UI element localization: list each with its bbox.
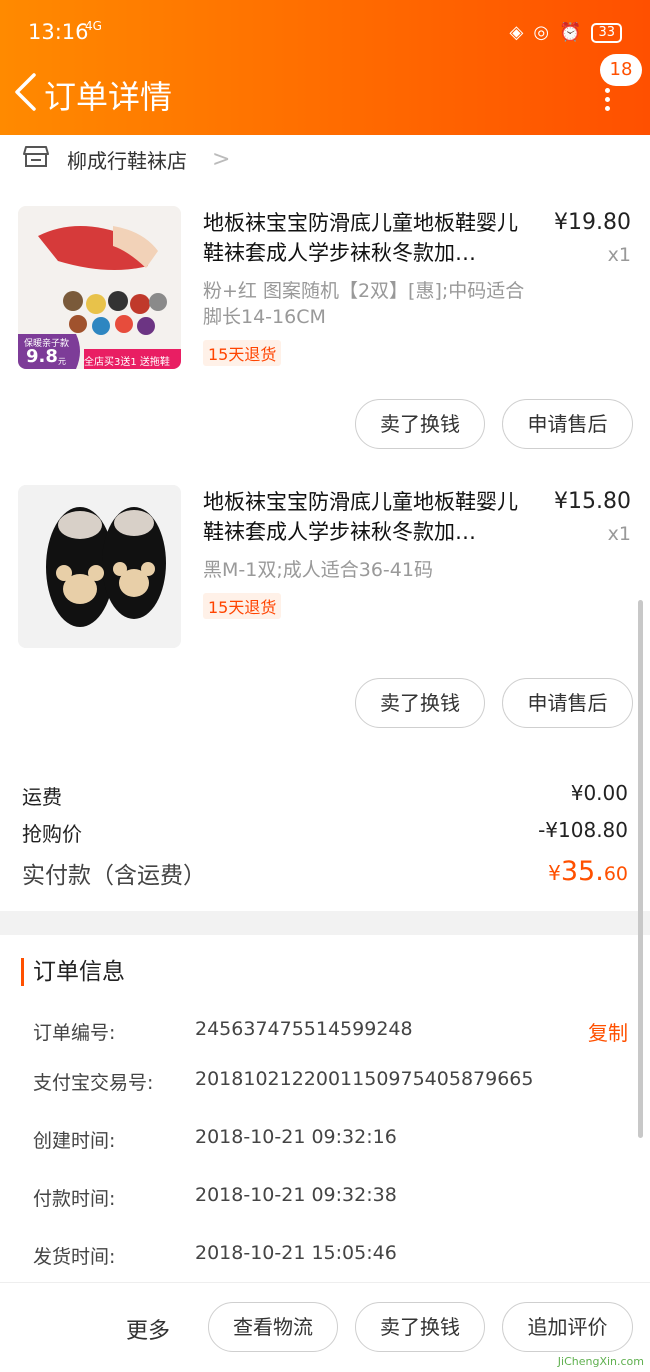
item-price: ¥19.80 [554, 210, 631, 235]
order-number-label: 订单编号: [33, 1022, 116, 1044]
scrollbar[interactable] [638, 600, 643, 1138]
status-time: 13:16 [28, 20, 89, 44]
status-icons: ◈ ◎ ⏰ 33 [509, 22, 622, 43]
resell-button[interactable]: 卖了换钱 [355, 678, 485, 728]
product-image[interactable] [18, 485, 181, 648]
page-title: 订单详情 [44, 78, 173, 116]
paid-row: 实付款（含运费） ¥35.60 [22, 856, 628, 890]
after-sale-button[interactable]: 申请售后 [502, 399, 633, 449]
paid-label: 实付款（含运费） [22, 863, 206, 889]
alipay-trade-label: 支付宝交易号: [33, 1072, 154, 1094]
item-price: ¥15.80 [554, 489, 631, 514]
after-sale-button[interactable]: 申请售后 [502, 678, 633, 728]
created-time-label: 创建时间: [33, 1130, 116, 1152]
item-quantity: x1 [607, 244, 631, 266]
shop-icon [23, 146, 49, 167]
bottom-action-bar: 更多 查看物流 卖了换钱 追加评价 JiChengXin.com [0, 1282, 650, 1372]
promo-unit: 元 [58, 357, 66, 366]
resell-button[interactable]: 卖了换钱 [355, 399, 485, 449]
discount-value: -¥108.80 [538, 818, 628, 842]
chevron-right-icon: > [212, 147, 231, 172]
paid-currency: ¥ [548, 861, 561, 885]
product-image[interactable]: 保暖亲子款 9.8 元 全店买3送1 送拖鞋 [18, 206, 181, 369]
copy-button[interactable]: 复制 [588, 1017, 628, 1046]
paid-dec: 60 [603, 863, 628, 885]
order-number-value: 245637475514599248 [195, 1018, 413, 1040]
shipped-time-label: 发货时间: [33, 1246, 116, 1268]
more-dots-icon[interactable] [603, 88, 611, 111]
resell-button[interactable]: 卖了换钱 [355, 1302, 485, 1352]
item-title[interactable]: 地板袜宝宝防滑底儿童地板鞋婴儿鞋袜套成人学步袜秋冬款加… [203, 208, 528, 268]
add-review-button[interactable]: 追加评价 [502, 1302, 633, 1352]
alarm-icon: ⏰ [559, 22, 582, 43]
shop-row[interactable]: 柳成行鞋袜店 > [0, 135, 650, 185]
view-logistics-button[interactable]: 查看物流 [208, 1302, 338, 1352]
order-item[interactable]: 地板袜宝宝防滑底儿童地板鞋婴儿鞋袜套成人学步袜秋冬款加… ¥15.80 x1 黑… [0, 485, 650, 755]
item-title[interactable]: 地板袜宝宝防滑底儿童地板鞋婴儿鞋袜套成人学步袜秋冬款加… [203, 487, 528, 547]
section-divider [0, 911, 650, 935]
battery-icon: 33 [591, 22, 622, 43]
paid-int: 35. [560, 856, 604, 887]
item-spec: 粉+红 图案随机【2双】[惠];中码适合脚长14-16CM [203, 280, 525, 328]
vibrate-icon: ◈ [509, 22, 524, 43]
back-arrow-icon[interactable] [12, 72, 38, 112]
paid-amount: ¥35.60 [548, 856, 628, 887]
order-info-title: 订单信息 [21, 958, 125, 986]
promo-price: 9.8 [26, 346, 58, 367]
paid-time-label: 付款时间: [33, 1188, 116, 1210]
message-badge[interactable]: 18 [600, 54, 642, 86]
created-time-value: 2018-10-21 09:32:16 [195, 1126, 397, 1148]
discount-row: 抢购价 -¥108.80 [22, 818, 628, 847]
lock-icon: ◎ [533, 22, 550, 43]
app-header: 13:16 4G ◈ ◎ ⏰ 33 订单详情 18 [0, 0, 650, 135]
discount-label: 抢购价 [22, 822, 82, 846]
promo-right: 全店买3送1 送拖鞋 [84, 357, 170, 368]
item-spec: 黑M-1双;成人适合36-41码 [203, 559, 433, 581]
shop-name: 柳成行鞋袜店 [67, 149, 187, 173]
item-quantity: x1 [607, 523, 631, 545]
shipped-time-value: 2018-10-21 15:05:46 [195, 1242, 397, 1264]
watermark: JiChengXin.com [557, 1355, 644, 1368]
shipping-label: 运费 [22, 785, 62, 809]
return-policy-tag: 15天退货 [203, 340, 282, 366]
paid-time-value: 2018-10-21 09:32:38 [195, 1184, 397, 1206]
return-policy-tag: 15天退货 [203, 593, 282, 619]
alipay-trade-value: 2018102122001150975405879665 [195, 1068, 534, 1090]
shipping-row: 运费 ¥0.00 [22, 781, 628, 810]
order-item[interactable]: 保暖亲子款 9.8 元 全店买3送1 送拖鞋 地板袜宝宝防滑底儿童地板鞋婴儿鞋袜… [0, 206, 650, 476]
more-button[interactable]: 更多 [126, 1313, 170, 1345]
shipping-value: ¥0.00 [570, 781, 628, 805]
network-indicator: 4G [85, 19, 102, 33]
